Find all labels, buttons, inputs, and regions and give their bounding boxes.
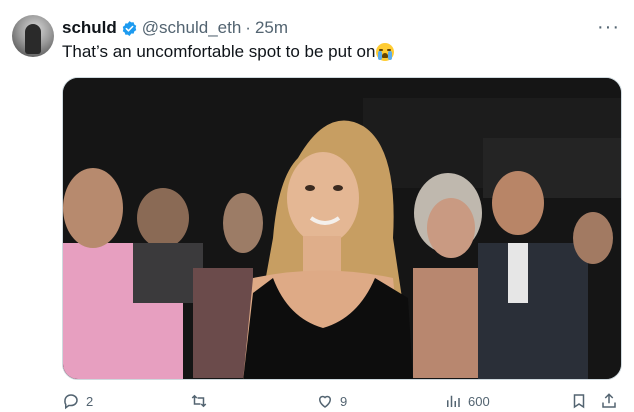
avatar[interactable] [12,15,54,57]
retweet-button[interactable] [190,392,208,410]
tweet-header: schuld @schuld_eth · 25m [62,18,288,38]
reply-count: 2 [86,393,94,409]
separator-dot: · [245,18,251,37]
reply-button[interactable]: 2 [62,392,93,410]
reply-icon [64,394,78,410]
tweet-time[interactable]: 25m [255,18,288,38]
like-count: 9 [340,393,348,409]
author-name[interactable]: schuld [62,18,117,38]
views-icon [447,395,460,407]
like-icon [318,395,332,408]
verified-icon [122,20,137,36]
tweet-text-content: That’s an uncomfortable spot to be put o… [62,42,376,61]
avatar-figure [25,24,41,54]
share-icon [602,393,616,408]
retweet-icon [191,394,207,408]
view-count: 600 [468,393,490,409]
audience-photo [63,78,621,379]
more-icon[interactable]: ··· [597,17,620,37]
loudly-crying-face-icon [376,43,395,61]
author-handle[interactable]: @schuld_eth [142,18,242,38]
tweet-actions: 2 9 600 [62,392,622,412]
bookmark-icon [573,394,585,409]
like-button[interactable]: 9 [316,392,347,410]
tweet-media-image[interactable] [62,77,622,380]
bookmark-button[interactable] [570,392,588,410]
tweet-text: That’s an uncomfortable spot to be put o… [62,42,395,62]
views-button[interactable]: 600 [444,392,490,410]
share-button[interactable] [600,392,618,410]
